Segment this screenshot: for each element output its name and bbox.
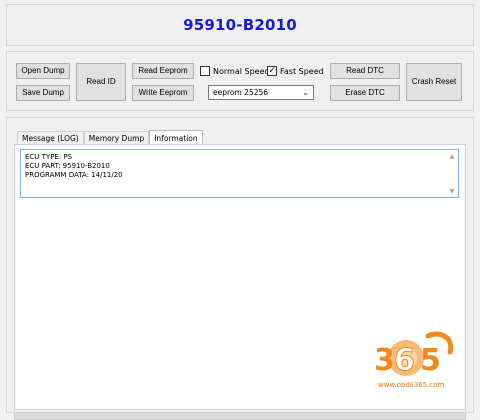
fast-speed-label: Fast Speed <box>280 66 324 76</box>
tab-message-log[interactable]: Message (LOG) <box>17 131 84 145</box>
tab-memory-dump[interactable]: Memory Dump <box>83 131 150 145</box>
normal-speed-box[interactable] <box>200 66 210 76</box>
svg-text:5: 5 <box>420 343 441 378</box>
scroll-up-arrow-icon[interactable]: ▲ <box>448 152 456 160</box>
erase-dtc-button[interactable]: Erase DTC <box>330 85 400 101</box>
crash-reset-button[interactable]: Crash Reset <box>406 63 462 101</box>
eeprom-type-select[interactable]: eeprom 25256 ⌄ <box>208 85 314 100</box>
chevron-down-icon: ⌄ <box>302 88 309 97</box>
watermark-url: www.obdii365.com <box>378 381 445 389</box>
bottom-status-bar <box>14 412 466 420</box>
write-eeprom-button[interactable]: Write Eeprom <box>132 85 194 101</box>
eeprom-type-value: eeprom 25256 <box>213 88 269 97</box>
read-id-button[interactable]: Read ID <box>76 63 126 101</box>
svg-text:6: 6 <box>394 343 415 378</box>
normal-speed-label: Normal Speed <box>213 66 270 76</box>
info-line-program-date: PROGRAMM DATA: 14/11/20 <box>25 171 123 179</box>
save-dump-button[interactable]: Save Dump <box>16 85 70 101</box>
svg-text:3: 3 <box>374 343 395 378</box>
fast-speed-box[interactable]: ✓ <box>267 66 277 76</box>
ecu-part-title: 95910-B2010 <box>183 16 297 34</box>
fast-speed-checkbox[interactable]: ✓ Fast Speed <box>267 66 324 76</box>
information-textbox[interactable]: ECU TYPE: PS ECU PART: 95910-B2010 PROGR… <box>20 149 459 198</box>
open-dump-button[interactable]: Open Dump <box>16 63 70 79</box>
tab-bar: Message (LOG) Memory Dump Information <box>17 130 203 145</box>
normal-speed-checkbox[interactable]: Normal Speed <box>200 66 270 76</box>
info-line-ecu-part: ECU PART: 95910-B2010 <box>25 162 110 170</box>
tab-information[interactable]: Information <box>149 130 203 145</box>
read-eeprom-button[interactable]: Read Eeprom <box>132 63 194 79</box>
title-panel: 95910-B2010 <box>6 4 474 46</box>
checkmark-icon: ✓ <box>268 65 276 76</box>
info-line-ecu-type: ECU TYPE: PS <box>25 153 73 161</box>
read-dtc-button[interactable]: Read DTC <box>330 63 400 79</box>
scroll-down-arrow-icon[interactable]: ▼ <box>448 187 456 195</box>
